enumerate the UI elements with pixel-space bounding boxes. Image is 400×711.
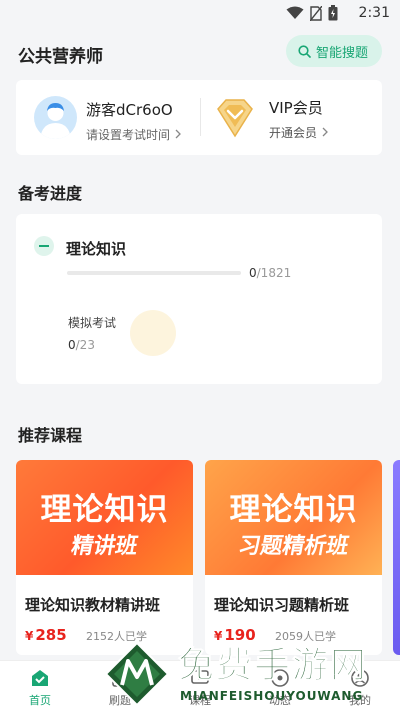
open-vip-label: 开通会员 [269, 126, 318, 140]
status-icons [286, 5, 338, 21]
banner-sub-text: 习题精析班 [235, 534, 351, 559]
set-exam-time-link[interactable]: 请设置考试时间 [86, 126, 182, 143]
chevron-right-icon [322, 127, 328, 137]
progress-bar [67, 271, 241, 275]
nav-label: 首页 [29, 694, 51, 707]
vip-title[interactable]: VIP会员 [269, 97, 323, 118]
battery-icon [328, 5, 338, 21]
course-card[interactable]: 理论知识 习题精析班 理论知识习题精析班 ¥190 2059人已学 [205, 460, 382, 655]
course-title: 理论知识习题精析班 [214, 596, 350, 614]
course-price: ¥285 [25, 626, 67, 644]
section-title-progress: 备考进度 [18, 184, 83, 203]
course-card-peek[interactable] [393, 460, 400, 655]
banner-sub-text: 精讲班 [68, 534, 140, 559]
wifi-icon [286, 6, 304, 19]
price-value: 285 [35, 626, 67, 644]
section-title-courses: 推荐课程 [18, 426, 83, 445]
page-title: 公共营养师 [18, 47, 103, 67]
course-banner: 理论知识 习题精析班 [205, 460, 382, 575]
no-sim-icon [310, 5, 322, 21]
mock-exam-label[interactable]: 模拟考试 [68, 314, 116, 331]
course-banner: 理论知识 精讲班 [16, 460, 193, 575]
subject-name[interactable]: 理论知识 [66, 238, 126, 259]
progress-total: /1821 [256, 266, 292, 280]
banner-main-text: 理论知识 [229, 492, 358, 528]
smart-search-button[interactable]: 智能搜题 [285, 35, 382, 67]
avatar-icon [40, 103, 71, 139]
mock-exam-count: 0/23 [68, 338, 95, 352]
progress-text: 0/1821 [249, 266, 291, 280]
exam-decoration [130, 310, 176, 356]
course-card[interactable]: 理论知识 精讲班 理论知识教材精讲班 ¥285 2152人已学 [16, 460, 193, 655]
watermark: 免费手游网 MIANFEISHOUYOUWANG [102, 636, 398, 711]
open-vip-link[interactable]: 开通会员 [269, 124, 329, 141]
nav-item-home[interactable]: 首页 [0, 667, 80, 708]
course-title: 理论知识教材精讲班 [25, 596, 161, 614]
profile-card: 游客dCr6oO 请设置考试时间 VIP会员 开通会员 [16, 80, 382, 155]
search-icon [298, 44, 311, 58]
avatar[interactable] [34, 96, 77, 139]
watermark-en: MIANFEISHOUYOUWANG [180, 689, 364, 703]
progress-done: 0 [249, 266, 257, 280]
divider [200, 98, 201, 136]
home-icon [32, 670, 48, 686]
status-bar: 2:31 [0, 0, 400, 28]
watermark-cn: 免费手游网 [177, 645, 369, 687]
chevron-right-icon [175, 129, 181, 139]
smart-search-label: 智能搜题 [315, 45, 368, 61]
set-exam-time-label: 请设置考试时间 [86, 128, 171, 142]
watermark-logo [104, 641, 170, 707]
collapse-icon[interactable] [34, 236, 54, 256]
status-time: 2:31 [358, 5, 390, 21]
progress-card: 理论知识 0/1821 模拟考试 0/23 [16, 214, 382, 384]
banner-main-text: 理论知识 [40, 492, 169, 528]
header: 公共营养师 智能搜题 [0, 30, 400, 72]
exam-done: 0 [68, 338, 76, 352]
exam-total: /23 [75, 338, 95, 352]
user-name: 游客dCr6oO [86, 101, 173, 119]
vip-crown-icon[interactable] [212, 96, 258, 140]
currency: ¥ [25, 629, 34, 643]
